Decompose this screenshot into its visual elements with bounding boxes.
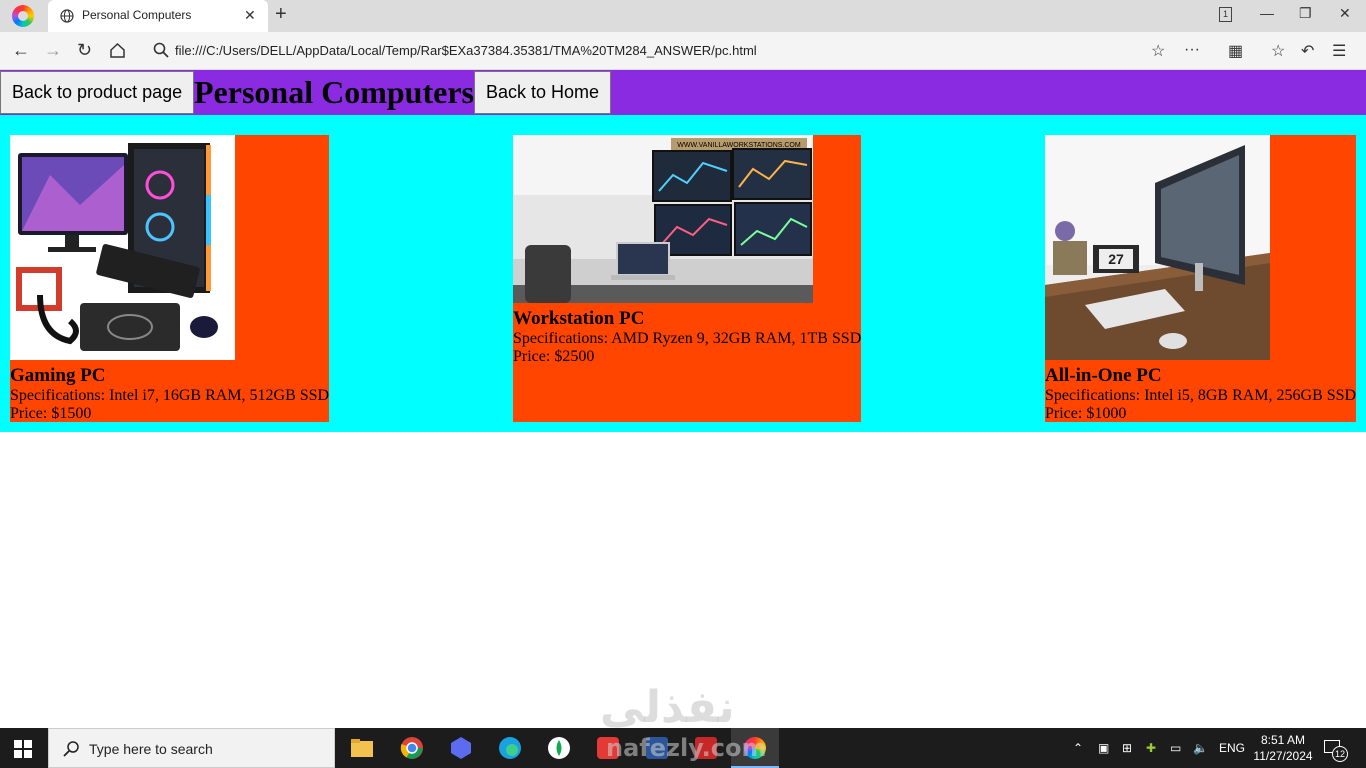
back-to-product-button[interactable]: Back to product page xyxy=(0,71,195,114)
close-window-icon[interactable]: ✕ xyxy=(1339,5,1351,22)
browser-toolbar: ← → ↻ file:///C:/Users/DELL/AppData/Loca… xyxy=(0,32,1366,70)
search-icon xyxy=(153,42,169,58)
forward-icon[interactable]: → xyxy=(44,40,62,61)
product-card-all-in-one: 27 All-in-One PC Specifications: Intel i… xyxy=(1045,135,1356,422)
minimize-icon[interactable]: — xyxy=(1260,5,1274,21)
notification-count: 12 xyxy=(1332,746,1348,762)
taskbar: Type here to search nafezly.com ⌃ ▣ ⊞ ✚ … xyxy=(0,728,1366,768)
file-explorer-icon[interactable] xyxy=(350,736,374,760)
apps-grid-icon[interactable]: ▦ xyxy=(1228,41,1243,61)
gaming-pc-image xyxy=(10,135,235,360)
address-bar[interactable]: file:///C:/Users/DELL/AppData/Local/Temp… xyxy=(143,36,1211,66)
product-spec: Specifications: Intel i7, 16GB RAM, 512G… xyxy=(10,387,330,404)
workstation-pc-image: WWW.VANILLAWORKSTATIONS.COM xyxy=(513,135,813,303)
browser-logo-icon[interactable] xyxy=(12,5,34,27)
product-name: Gaming PC xyxy=(10,365,106,386)
more-options-icon[interactable]: ··· xyxy=(1184,41,1200,59)
clock-time: 8:51 AM xyxy=(1260,733,1306,747)
product-name: Workstation PC xyxy=(513,308,645,329)
notifications-icon[interactable]: 12 xyxy=(1324,738,1348,762)
battery-icon[interactable]: ▭ xyxy=(1170,741,1181,755)
watermark-arabic: نفذلي xyxy=(600,682,735,733)
clock[interactable]: 8:51 AM 11/27/2024 xyxy=(1252,732,1314,764)
clock-date: 11/27/2024 xyxy=(1253,749,1313,763)
product-name: All-in-One PC xyxy=(1045,365,1162,386)
product-price: Price: $1500 xyxy=(10,405,92,422)
volume-icon[interactable]: 🔈 xyxy=(1193,741,1208,755)
globe-icon xyxy=(60,9,74,23)
image-watermark: WWW.VANILLAWORKSTATIONS.COM xyxy=(677,142,801,149)
page-title: Personal Computers xyxy=(194,74,474,110)
tab-counter-icon[interactable]: 1 xyxy=(1219,7,1232,22)
menu-icon[interactable]: ☰ xyxy=(1332,41,1346,61)
edge-icon[interactable] xyxy=(498,736,522,760)
product-spec: Specifications: Intel i5, 8GB RAM, 256GB… xyxy=(1045,387,1357,404)
chrome-icon[interactable] xyxy=(400,736,424,760)
search-icon xyxy=(63,741,79,757)
tab-title: Personal Computers xyxy=(82,8,192,22)
chevron-up-icon[interactable]: ⌃ xyxy=(1073,741,1083,755)
security-icon[interactable]: ⊞ xyxy=(1122,741,1132,755)
address-text[interactable]: file:///C:/Users/DELL/AppData/Local/Temp… xyxy=(175,43,757,58)
browser-tab[interactable]: Personal Computers ✕ xyxy=(48,0,268,32)
favorite-star-icon[interactable]: ☆ xyxy=(1151,41,1165,61)
taskbar-search[interactable]: Type here to search xyxy=(48,728,335,768)
product-card-workstation: WWW.VANILLAWORKSTATIONS.COM Workstation … xyxy=(513,135,861,422)
undo-icon[interactable]: ↶ xyxy=(1301,41,1314,61)
product-card-gaming: Gaming PC Specifications: Intel i7, 16GB… xyxy=(10,135,329,422)
language-indicator[interactable]: ENG xyxy=(1219,741,1245,755)
product-price: Price: $2500 xyxy=(513,348,595,365)
back-to-home-button[interactable]: Back to Home xyxy=(474,71,612,114)
clock-display: 27 xyxy=(1108,251,1124,267)
products-section: Gaming PC Specifications: Intel i7, 16GB… xyxy=(0,115,1366,432)
app-icon[interactable] xyxy=(449,736,473,760)
favorites-list-icon[interactable]: ☆ xyxy=(1271,41,1285,61)
restore-icon[interactable]: ❐ xyxy=(1299,5,1312,22)
new-tab-icon[interactable]: + xyxy=(275,3,287,26)
reload-icon[interactable]: ↻ xyxy=(77,40,92,61)
windows-start-icon[interactable] xyxy=(14,740,32,758)
tab-close-icon[interactable]: ✕ xyxy=(244,7,256,24)
app-icon[interactable] xyxy=(547,736,571,760)
browser-tab-bar: Personal Computers ✕ + 1 — ❐ ✕ xyxy=(0,0,1366,32)
search-placeholder: Type here to search xyxy=(89,741,213,757)
page-header: Back to product page Personal Computers … xyxy=(0,70,1366,115)
product-spec: Specifications: AMD Ryzen 9, 32GB RAM, 1… xyxy=(513,330,862,347)
device-icon[interactable]: ▣ xyxy=(1098,741,1109,755)
home-icon[interactable] xyxy=(109,42,126,59)
product-price: Price: $1000 xyxy=(1045,405,1127,422)
back-icon[interactable]: ← xyxy=(12,40,30,61)
shield-plus-icon[interactable]: ✚ xyxy=(1146,741,1156,755)
watermark-latin: nafezly.com xyxy=(606,734,767,762)
all-in-one-pc-image: 27 xyxy=(1045,135,1270,360)
watermark: نفذلي xyxy=(600,682,735,733)
